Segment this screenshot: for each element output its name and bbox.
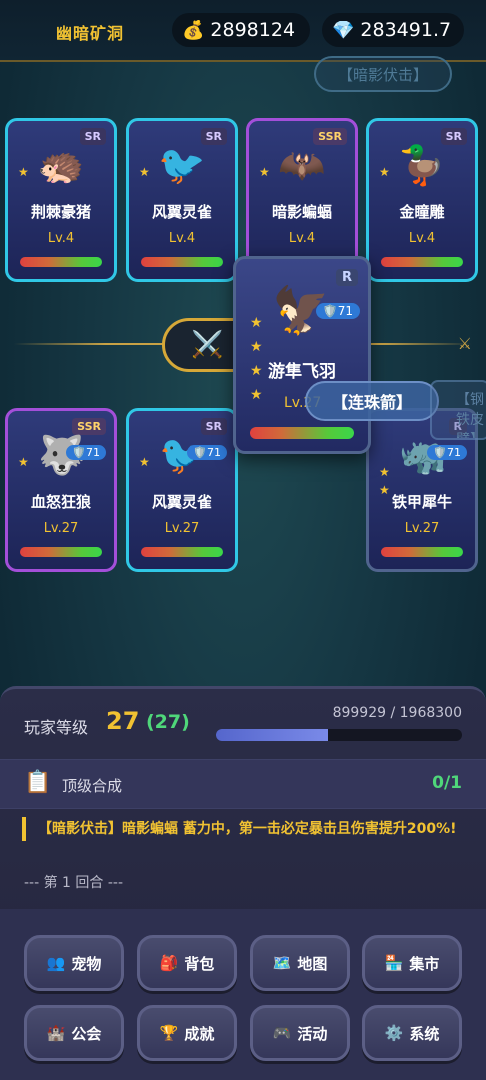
shop-icon: 🏪 [384,954,404,972]
player-panel: 玩家等级 27 (27) 899929 / 1968300 📋 顶级合成 0/1… [0,686,486,1080]
guild-button[interactable]: 🏰 公会 [24,1005,124,1061]
star-icon: ★ [139,165,150,179]
system-button[interactable]: ⚙️ 系统 [362,1005,462,1061]
bag-button[interactable]: 🎒 背包 [137,935,237,991]
button-label: 公会 [71,1024,102,1043]
xp-bar [216,729,462,741]
active-pet-card[interactable]: R 🦅 ★ ★ ★ ★ 🛡️71 游隼飞羽 Lv.27 [233,256,371,454]
pet-level: Lv.27 [43,521,79,536]
xp-text: 899929 / 1968300 [332,705,462,721]
star-icon: ★ [379,165,390,179]
skill-popup-faded: 【钢 铁皮 壁】 [430,380,486,440]
hp-bar [250,427,354,439]
gamepad-icon: 🎮 [272,1024,292,1042]
pet-name: 荆棘豪猪 [30,203,91,221]
pet-level: Lv.27 [164,521,200,536]
hp-bar [141,257,223,267]
gear-icon: ⚙️ [384,1024,404,1042]
shield-badge: 🛡️71 [187,445,227,460]
enemy-card[interactable]: SR 🦆 ★ 金瞳雕 Lv.4 [366,118,478,282]
button-label: 集市 [409,954,440,973]
button-label: 背包 [184,954,215,973]
task-row[interactable]: 📋 顶级合成 0/1 [0,759,486,809]
ally-card[interactable]: SSR 🐺 🛡️71 ★ 血怒狂狼 Lv.27 [5,408,117,572]
money-bag-icon: 💰 [182,19,205,41]
gold-counter: 💰 2898124 [172,13,310,47]
top-bar: 幽暗矿洞 💰 2898124 💎 283491.7 [0,0,486,62]
star-icon: ★ [18,165,29,179]
market-button[interactable]: 🏪 集市 [362,935,462,991]
pet-name: 血怒狂狼 [30,493,91,511]
hp-bar [20,547,102,557]
area-name: 幽暗矿洞 [56,24,125,43]
shield-badge: 🛡️71 [427,445,467,460]
clipboard-icon: 📋 [24,770,52,795]
gem-value: 283491.7 [360,19,452,41]
backpack-icon: 🎒 [159,954,179,972]
xp-bar-fill [216,729,329,741]
pets-button[interactable]: 👥 宠物 [24,935,124,991]
gold-value: 2898124 [210,19,296,41]
pet-level: Lv.4 [288,231,316,246]
hp-bar [20,257,102,267]
pet-level: Lv.27 [404,521,440,536]
star-icon: ★ [18,455,29,469]
map-button[interactable]: 🗺️ 地图 [250,935,350,991]
shield-badge: 🛡️71 [66,445,106,460]
ally-card[interactable]: SR 🐦 🛡️71 ★ 风翼灵雀 Lv.27 [126,408,238,572]
pet-name: 风翼灵雀 [151,203,212,221]
pet-level: Lv.4 [408,231,436,246]
pet-name: 暗影蝙蝠 [271,203,332,221]
achievements-button[interactable]: 🏆 成就 [137,1005,237,1061]
swords-icon: ⚔ [457,334,472,353]
player-level-value: 27 [106,707,140,735]
pet-level: Lv.4 [168,231,196,246]
star-icon: ★ [259,165,270,179]
menu-grid: 👥 宠物 🎒 背包 🗺️ 地图 🏪 集市 🏰 公会 🏆 成就 🎮 活动 ⚙️ 系统 [0,909,486,1080]
gem-icon: 💎 [332,19,355,41]
task-label: 顶级合成 [62,777,123,795]
gem-counter: 💎 283491.7 [322,13,464,47]
people-icon: 👥 [46,954,66,972]
hp-bar [381,257,463,267]
skill-popup: 【连珠箭】 [305,381,439,421]
pet-name: 金瞳雕 [399,203,445,221]
pet-name: 铁甲犀牛 [391,493,452,511]
button-label: 成就 [184,1024,215,1043]
map-icon: 🗺️ [272,954,292,972]
trophy-icon: 🏆 [159,1024,179,1042]
enemy-card[interactable]: SR 🐦 ★ 风翼灵雀 Lv.4 [126,118,238,282]
hp-bar [381,547,463,557]
pet-level: Lv.4 [47,231,75,246]
player-level-label: 玩家等级 [24,718,89,737]
enemy-card[interactable]: SR 🦔 ★ 荆棘豪猪 Lv.4 [5,118,117,282]
events-button[interactable]: 🎮 活动 [250,1005,350,1061]
castle-icon: 🏰 [46,1024,66,1042]
shield-badge: 🛡️71 [315,303,360,319]
battle-log-message: 【暗影伏击】暗影蝙蝠 蓄力中，第一击必定暴击且伤害提升200%! [22,817,466,841]
enemy-skill-banner: 【暗影伏击】 [314,56,452,92]
button-label: 宠物 [71,954,102,973]
rarity-badge: R [335,269,358,286]
star-icon: ★ [139,455,150,469]
pet-name: 风翼灵雀 [151,493,212,511]
hp-bar [141,547,223,557]
player-level-paren: (27) [146,711,190,733]
button-label: 系统 [409,1024,440,1043]
pet-name: 游隼飞羽 [268,362,336,382]
battle-round: --- 第 1 回合 --- [24,875,124,891]
button-label: 地图 [297,954,328,973]
button-label: 活动 [297,1024,328,1043]
task-progress: 0/1 [432,773,462,793]
